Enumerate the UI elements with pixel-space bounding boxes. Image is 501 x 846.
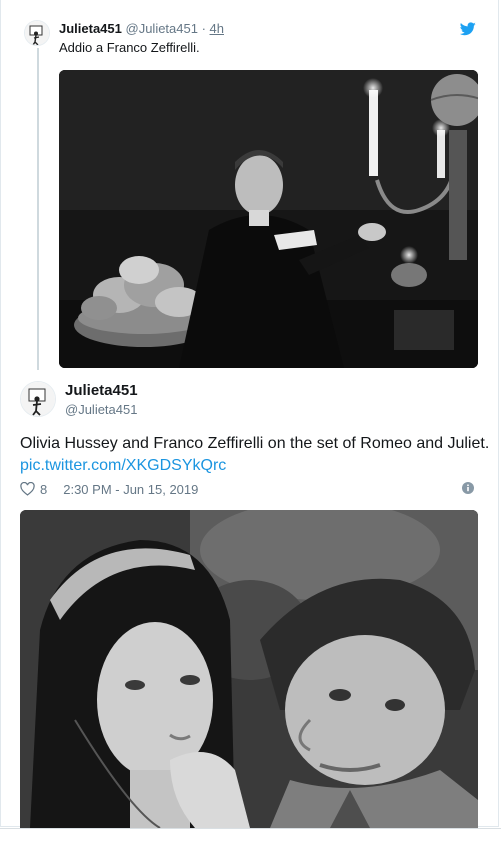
parent-author-name[interactable]: Julieta451 [59, 21, 122, 36]
parent-avatar[interactable] [24, 20, 50, 46]
heart-icon[interactable] [20, 482, 35, 496]
info-icon[interactable] [462, 482, 474, 494]
tweet-timestamp[interactable]: 2:30 PM - Jun 15, 2019 [63, 482, 198, 497]
parent-tweet-header: Julieta451 @Julieta451 · 4h [59, 21, 224, 36]
author-handle[interactable]: @Julieta451 [65, 402, 137, 417]
parent-separator: · [197, 21, 210, 36]
tweet-media-link[interactable]: pic.twitter.com/XKGDSYkQrc [20, 457, 226, 474]
tweet-meta-row: 8 2:30 PM - Jun 15, 2019 [20, 480, 198, 498]
author-avatar[interactable] [20, 381, 56, 417]
like-count[interactable]: 8 [40, 482, 47, 497]
parent-timestamp-link[interactable]: 4h [210, 21, 224, 36]
bottom-divider [0, 828, 501, 829]
author-name[interactable]: Julieta451 [65, 382, 138, 399]
tweet-text: Olivia Hussey and Franco Zeffirelli on t… [20, 433, 490, 477]
tweet-body: Olivia Hussey and Franco Zeffirelli on t… [20, 435, 490, 452]
parent-author-handle[interactable]: @Julieta451 [126, 21, 198, 36]
parent-tweet-photo[interactable] [59, 70, 478, 368]
thread-connector-line [37, 48, 39, 370]
parent-tweet-text: Addio a Franco Zeffirelli. [59, 40, 200, 55]
tweet-photo[interactable] [20, 510, 478, 828]
twitter-bird-icon[interactable] [460, 22, 476, 36]
